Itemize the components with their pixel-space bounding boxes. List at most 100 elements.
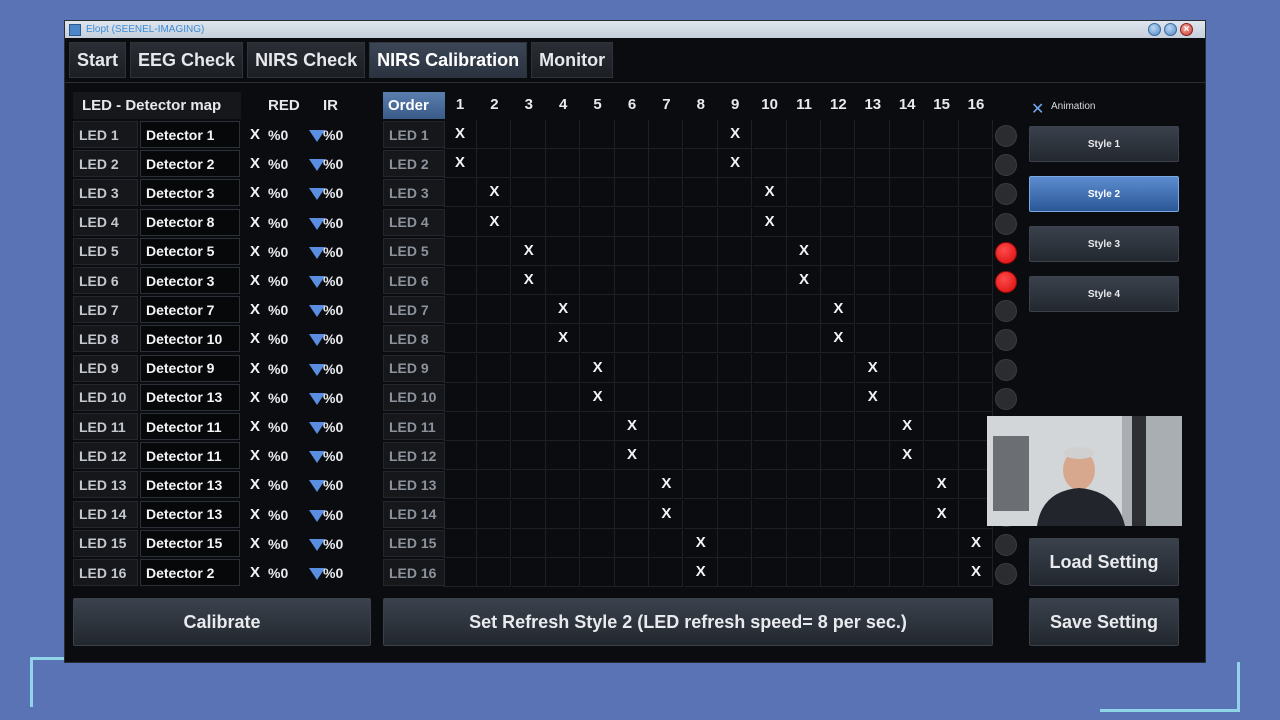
detector-select[interactable]: Detector 15: [140, 529, 325, 557]
style-1-button[interactable]: Style 1: [1029, 126, 1179, 162]
tab-nirs-calibration[interactable]: NIRS Calibration: [369, 42, 528, 78]
order-cell[interactable]: [890, 207, 925, 237]
order-cell[interactable]: [443, 470, 477, 500]
order-cell[interactable]: [477, 528, 512, 558]
order-cell[interactable]: [546, 382, 581, 412]
order-cell[interactable]: [649, 441, 684, 471]
order-cell[interactable]: [683, 324, 718, 354]
clear-detector-icon[interactable]: X: [250, 389, 260, 406]
order-cell[interactable]: [683, 295, 718, 325]
order-cell[interactable]: [683, 441, 718, 471]
order-cell[interactable]: [752, 528, 787, 558]
detector-select[interactable]: Detector 13: [140, 500, 325, 528]
order-cell[interactable]: [718, 499, 753, 529]
order-cell[interactable]: [924, 558, 959, 587]
detector-select[interactable]: Detector 8: [140, 208, 325, 236]
clear-detector-icon[interactable]: X: [250, 301, 260, 318]
order-cell[interactable]: [615, 149, 649, 179]
order-cell[interactable]: [649, 528, 684, 558]
order-cell[interactable]: [443, 499, 477, 529]
detector-select[interactable]: Detector 11: [140, 442, 325, 470]
clear-detector-icon[interactable]: X: [250, 360, 260, 377]
order-mark[interactable]: X: [959, 534, 993, 551]
order-mark[interactable]: X: [753, 183, 787, 200]
order-cell[interactable]: [718, 324, 753, 354]
order-cell[interactable]: [443, 353, 477, 383]
order-mark[interactable]: X: [649, 475, 683, 492]
order-cell[interactable]: [683, 178, 718, 208]
order-mark[interactable]: X: [615, 417, 649, 434]
order-cell[interactable]: [718, 266, 753, 295]
order-cell[interactable]: [855, 470, 890, 500]
order-cell[interactable]: [546, 441, 581, 471]
order-cell[interactable]: [683, 120, 718, 149]
order-cell[interactable]: [615, 236, 649, 266]
order-cell[interactable]: [924, 324, 959, 354]
order-cell[interactable]: [649, 178, 684, 208]
order-cell[interactable]: [890, 236, 925, 266]
order-cell[interactable]: [649, 149, 684, 179]
order-cell[interactable]: [855, 295, 890, 325]
order-cell[interactable]: [615, 528, 649, 558]
order-cell[interactable]: [787, 295, 821, 325]
order-cell[interactable]: [924, 441, 959, 471]
order-cell[interactable]: [821, 441, 856, 471]
clear-detector-icon[interactable]: X: [250, 535, 260, 552]
order-cell[interactable]: [787, 353, 821, 383]
order-cell[interactable]: [683, 266, 718, 295]
order-cell[interactable]: [752, 412, 787, 441]
order-cell[interactable]: [649, 207, 684, 237]
order-mark[interactable]: X: [821, 300, 855, 317]
order-cell[interactable]: [580, 207, 615, 237]
order-mark[interactable]: X: [649, 505, 683, 522]
order-cell[interactable]: [752, 382, 787, 412]
order-mark[interactable]: X: [787, 271, 821, 288]
order-cell[interactable]: [855, 324, 890, 354]
detector-select[interactable]: Detector 13: [140, 471, 325, 499]
order-cell[interactable]: [924, 353, 959, 383]
order-cell[interactable]: [959, 295, 993, 325]
minimize-button[interactable]: [1148, 23, 1161, 36]
order-cell[interactable]: [477, 266, 512, 295]
order-cell[interactable]: [615, 178, 649, 208]
order-mark[interactable]: X: [856, 359, 890, 376]
order-cell[interactable]: [959, 382, 993, 412]
order-cell[interactable]: [855, 558, 890, 587]
order-cell[interactable]: [855, 236, 890, 266]
order-cell[interactable]: [443, 236, 477, 266]
order-mark[interactable]: X: [512, 242, 546, 259]
order-cell[interactable]: [649, 412, 684, 441]
refresh-status-button[interactable]: Set Refresh Style 2 (LED refresh speed= …: [383, 598, 993, 646]
order-cell[interactable]: [443, 295, 477, 325]
detector-select[interactable]: Detector 2: [140, 150, 325, 178]
order-mark[interactable]: X: [512, 271, 546, 288]
order-cell[interactable]: [924, 295, 959, 325]
order-cell[interactable]: [546, 353, 581, 383]
order-cell[interactable]: [821, 470, 856, 500]
order-cell[interactable]: [821, 558, 856, 587]
order-cell[interactable]: [718, 412, 753, 441]
animation-checkbox[interactable]: ✕: [1031, 99, 1044, 119]
order-cell[interactable]: [580, 266, 615, 295]
order-cell[interactable]: [615, 558, 649, 587]
order-cell[interactable]: [477, 149, 512, 179]
order-cell[interactable]: [821, 236, 856, 266]
order-cell[interactable]: [580, 236, 615, 266]
order-cell[interactable]: [511, 120, 546, 149]
order-cell[interactable]: [443, 412, 477, 441]
order-cell[interactable]: [546, 470, 581, 500]
detector-select[interactable]: Detector 13: [140, 383, 325, 411]
order-cell[interactable]: [615, 353, 649, 383]
order-cell[interactable]: [959, 324, 993, 354]
order-cell[interactable]: [511, 353, 546, 383]
detector-select[interactable]: Detector 2: [140, 559, 325, 586]
clear-detector-icon[interactable]: X: [250, 214, 260, 231]
order-cell[interactable]: [787, 324, 821, 354]
order-mark[interactable]: X: [443, 125, 477, 142]
clear-detector-icon[interactable]: X: [250, 418, 260, 435]
order-cell[interactable]: [787, 528, 821, 558]
order-mark[interactable]: X: [787, 242, 821, 259]
order-cell[interactable]: [924, 149, 959, 179]
order-cell[interactable]: [580, 295, 615, 325]
order-cell[interactable]: [924, 236, 959, 266]
